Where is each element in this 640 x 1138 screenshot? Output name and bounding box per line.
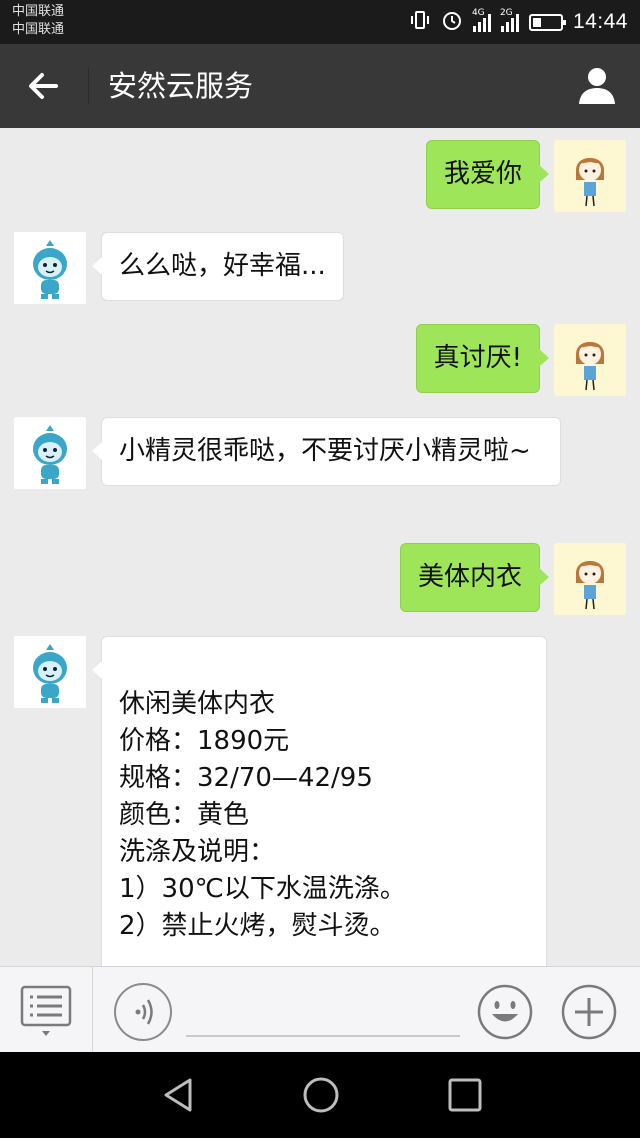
square-recent-icon bbox=[448, 1078, 482, 1112]
list-menu-icon bbox=[20, 985, 72, 1036]
message-text: 美体内衣 bbox=[417, 562, 522, 592]
chat-header: 安然云服务 bbox=[0, 44, 640, 128]
message-bubble-sent[interactable]: 真讨厌! bbox=[415, 324, 550, 393]
bot-avatar[interactable] bbox=[14, 417, 86, 489]
carrier-1: 中国联通 bbox=[12, 4, 65, 19]
nav-recent-button[interactable] bbox=[444, 1074, 486, 1116]
carrier-2: 中国联通 bbox=[12, 22, 65, 37]
message-bubble-received[interactable]: 休闲美体内衣 价格：1890元 规格：32/70—42/95 颜色：黄色 洗涤及… bbox=[92, 636, 547, 966]
page-title: 安然云服务 bbox=[108, 69, 254, 103]
status-bar: 中国联通 中国联通 4G 2G 14:44 bbox=[0, 0, 640, 44]
battery-icon bbox=[528, 13, 566, 31]
person-icon bbox=[579, 68, 615, 104]
my-avatar[interactable] bbox=[554, 324, 626, 396]
menu-toggle-button[interactable] bbox=[0, 967, 93, 1053]
message-list[interactable]: 我爱你 么么哒，好幸福... 真讨厌! 小精灵很乖哒，不要讨厌小精灵啦~ 美体内… bbox=[0, 128, 640, 966]
carrier-labels: 中国联通 中国联通 bbox=[12, 3, 64, 39]
triangle-back-icon bbox=[164, 1078, 192, 1112]
signal-2g-icon: 2G bbox=[500, 8, 519, 32]
voice-button[interactable] bbox=[114, 983, 172, 1041]
system-nav-bar bbox=[0, 1052, 640, 1138]
bot-avatar[interactable] bbox=[14, 636, 86, 708]
message-text: 小精灵很乖哒，不要讨厌小精灵啦~ bbox=[119, 436, 531, 466]
message-text: 么么哒，好幸福... bbox=[119, 251, 326, 281]
message-bubble-received[interactable]: 小精灵很乖哒，不要讨厌小精灵啦~ bbox=[92, 417, 561, 486]
header-divider bbox=[88, 68, 89, 104]
message-text: 休闲美体内衣 价格：1890元 规格：32/70—42/95 颜色：黄色 洗涤及… bbox=[119, 689, 406, 941]
circle-home-icon bbox=[303, 1077, 339, 1113]
message-bubble-sent[interactable]: 我爱你 bbox=[425, 140, 550, 209]
back-button[interactable] bbox=[24, 66, 64, 106]
my-avatar[interactable] bbox=[554, 543, 626, 615]
my-avatar[interactable] bbox=[554, 140, 626, 212]
message-text: 我爱你 bbox=[443, 159, 522, 189]
clock: 14:44 bbox=[572, 10, 628, 33]
bot-avatar[interactable] bbox=[14, 232, 86, 304]
message-text: 真讨厌! bbox=[433, 343, 522, 373]
nav-back-button[interactable] bbox=[158, 1074, 200, 1116]
alarm-icon bbox=[441, 9, 463, 36]
status-icons: 4G 2G 14:44 bbox=[409, 0, 628, 44]
emoji-button[interactable] bbox=[476, 983, 534, 1041]
nav-home-button[interactable] bbox=[300, 1074, 342, 1116]
more-options-button[interactable] bbox=[560, 983, 618, 1041]
message-input[interactable] bbox=[186, 981, 460, 1037]
profile-button[interactable] bbox=[576, 64, 618, 106]
voice-icon bbox=[135, 999, 153, 1025]
emoji-icon bbox=[477, 984, 533, 1040]
signal-4g-icon: 4G bbox=[472, 8, 491, 32]
message-bubble-received[interactable]: 么么哒，好幸福... bbox=[92, 232, 344, 301]
vibrate-icon bbox=[409, 10, 431, 35]
plus-icon bbox=[561, 984, 617, 1040]
chat-input-bar bbox=[0, 966, 640, 1053]
message-bubble-sent[interactable]: 美体内衣 bbox=[399, 543, 550, 612]
arrow-left-icon bbox=[29, 73, 58, 99]
